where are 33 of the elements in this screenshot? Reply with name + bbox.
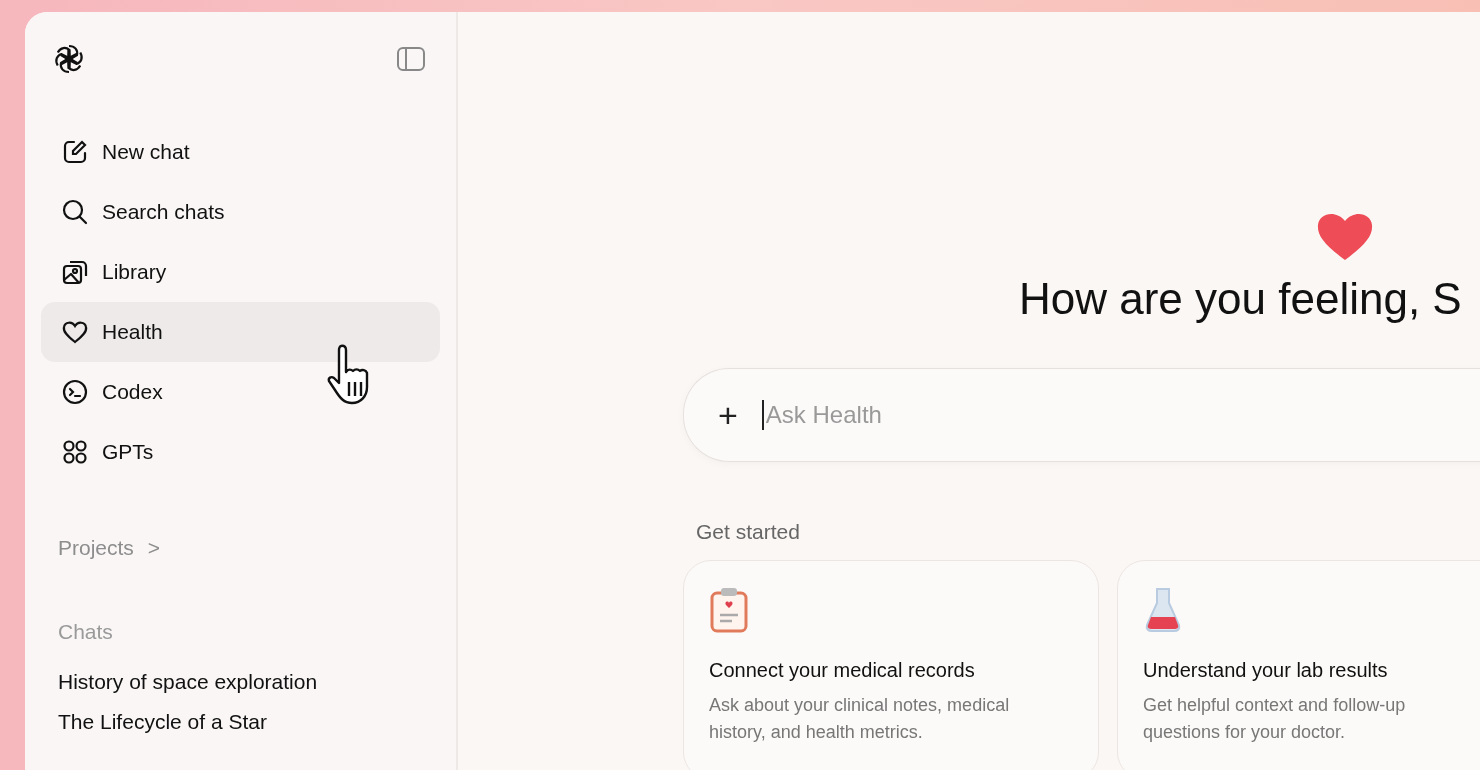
card-title: Connect your medical records	[709, 659, 976, 682]
add-button[interactable]: +	[718, 395, 738, 435]
images-icon	[61, 258, 89, 286]
flask-icon	[1143, 587, 1183, 633]
card-description: Ask about your clinical notes, medical history, and health metrics.	[709, 694, 1011, 744]
terminal-icon	[61, 378, 89, 406]
grid-icon	[61, 438, 89, 466]
sidebar-item[interactable]: Search chats	[41, 182, 440, 242]
suggestion-card[interactable]: Connect your medical records Ask about your clinical notes, medical history, and health metrics.	[683, 560, 1099, 770]
sidebar-item[interactable]: New chat	[41, 122, 440, 182]
sidebar-item-label: GPTs	[102, 440, 154, 464]
greeting-heading: How are you feeling, S	[1019, 274, 1462, 324]
sidebar-item[interactable]: Library	[41, 242, 440, 302]
suggestion-card[interactable]: Understand your lab results Get helpful context and follow-up questions for your doctor.	[1117, 560, 1480, 770]
card-title: Understand your lab results	[1143, 659, 1389, 682]
search-icon	[61, 198, 89, 226]
chat-item[interactable]: The Lifecycle of a Star	[41, 710, 440, 734]
clipboard-icon	[709, 587, 749, 633]
sidebar-item-label: Health	[102, 320, 163, 344]
card-description: Get helpful context and follow-up questions for your doctor.	[1143, 694, 1407, 744]
sidebar-item-label: Codex	[102, 380, 163, 404]
sidebar-item[interactable]: Codex	[41, 362, 440, 422]
edit-icon	[61, 138, 89, 166]
section-heading: Chats	[57, 620, 114, 644]
ask-input-field[interactable]: Ask Health	[761, 400, 1068, 430]
sidebar-toggle-icon[interactable]	[396, 46, 426, 72]
sidebar-item-label: New chat	[102, 140, 190, 164]
sidebar-item-label: Search chats	[102, 200, 225, 224]
section-title: Get started	[696, 520, 801, 544]
sidebar-item[interactable]: Health	[41, 302, 440, 362]
sidebar-item[interactable]: GPTs	[41, 422, 440, 482]
sidebar-item-label: Library	[102, 260, 167, 284]
chat-item[interactable]: History of space exploration	[41, 670, 440, 694]
